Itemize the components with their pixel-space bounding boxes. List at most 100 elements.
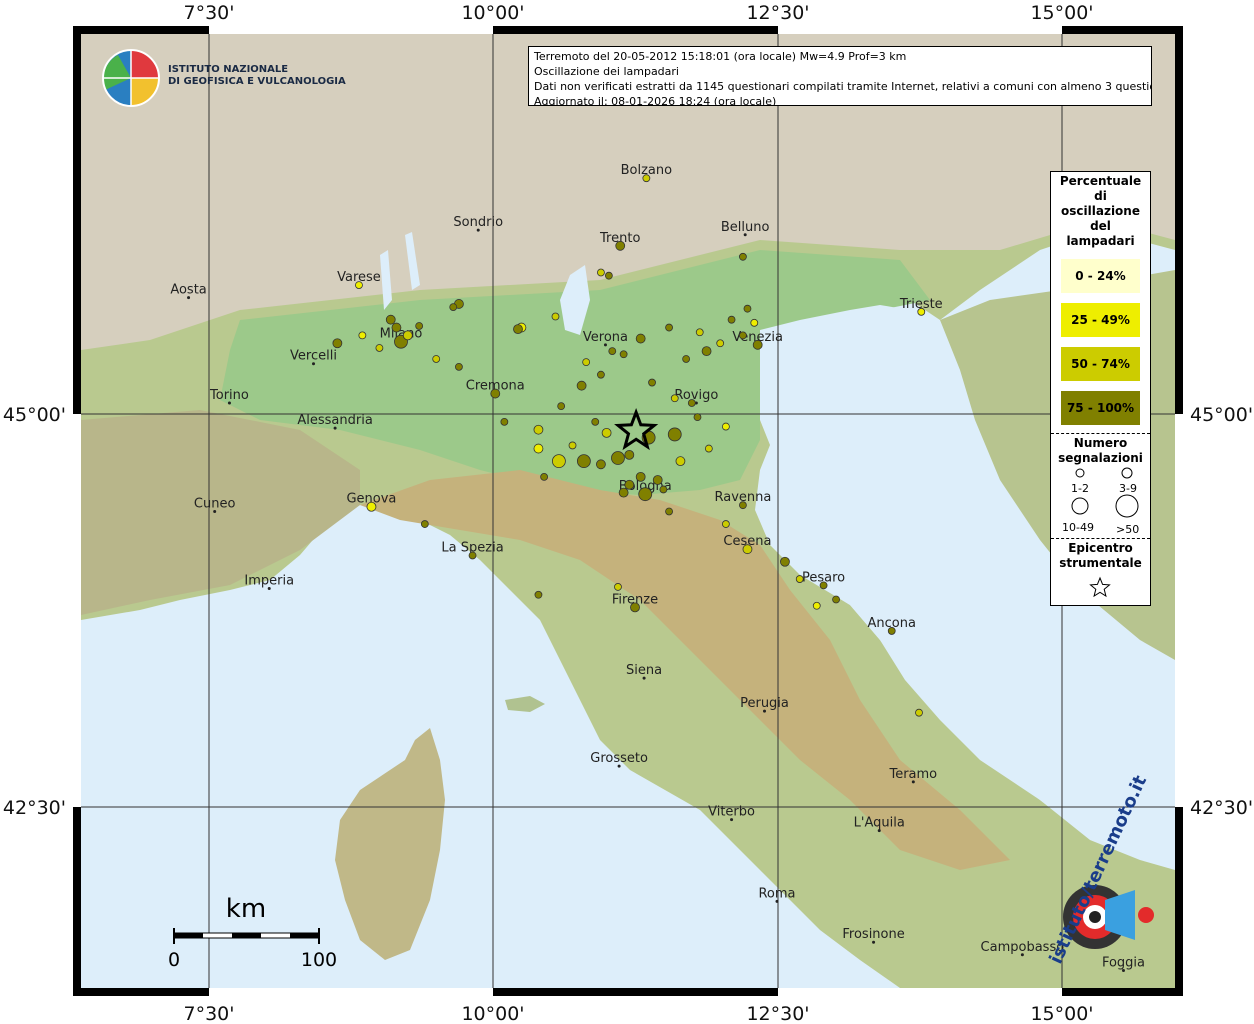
report-circle	[819, 581, 828, 590]
report-circle	[596, 459, 606, 470]
city-label: Viterbo	[708, 805, 755, 820]
size-circle-large	[1071, 497, 1089, 515]
report-circle	[812, 601, 821, 610]
report-circle	[402, 330, 413, 341]
report-circle	[750, 318, 759, 327]
report-circle	[693, 413, 702, 422]
report-circle	[780, 556, 790, 567]
city-label: Alessandria	[297, 413, 372, 428]
report-circle	[752, 339, 763, 350]
report-circle	[917, 307, 926, 316]
legend-title-line: oscillazione	[1061, 204, 1140, 218]
report-circle	[534, 590, 543, 599]
legend-count-title: Numero segnalazioni	[1051, 434, 1150, 466]
report-circle	[648, 378, 656, 387]
size-label-3: 10-49	[1062, 521, 1094, 534]
lat-tick-label: 45°00'	[3, 404, 66, 426]
legend-title-line: Epicentro	[1068, 541, 1133, 555]
city-label: Foggia	[1102, 955, 1145, 970]
city-label: Rovigo	[674, 388, 718, 403]
report-circle	[716, 339, 725, 348]
report-circle	[597, 370, 605, 379]
legend-size-block: 1-2 3-9 10-49 >50	[1051, 466, 1150, 538]
report-circle	[695, 328, 704, 337]
report-circle	[455, 362, 463, 371]
report-circle	[468, 551, 477, 560]
report-circle	[591, 417, 600, 426]
report-circle	[721, 422, 730, 431]
city-label: L'Aquila	[854, 816, 905, 831]
report-circle	[551, 454, 566, 469]
city-marker: Cuneo	[194, 496, 236, 513]
lon-tick-label: 7°30'	[184, 2, 235, 24]
report-circle	[675, 456, 686, 467]
city-label: Verona	[583, 330, 628, 345]
city-marker: Verona	[583, 330, 628, 347]
legend-title-line: segnalazioni	[1058, 451, 1143, 465]
report-circle	[608, 347, 617, 356]
report-circle	[533, 424, 544, 435]
report-circle	[597, 268, 605, 277]
legend-class-1: 25 - 49%	[1061, 303, 1140, 337]
city-label: Perugia	[740, 696, 789, 711]
scale-unit-label: km	[226, 894, 266, 924]
report-circle	[665, 323, 673, 332]
report-circle	[582, 358, 591, 367]
report-circle	[576, 380, 587, 391]
report-circle	[385, 314, 396, 325]
info-line-1: Terremoto del 20-05-2012 15:18:01 (ora l…	[534, 50, 907, 63]
legend-class-2: 50 - 74%	[1061, 347, 1140, 381]
city-label: Belluno	[721, 220, 770, 235]
report-circle	[635, 471, 646, 482]
info-line-2: Oscillazione dei lampadari	[534, 65, 679, 78]
info-line-4: Aggiornato il: 08-01-2026 18:24 (ora loc…	[534, 95, 777, 106]
report-circle	[618, 487, 629, 498]
report-circle	[721, 520, 730, 528]
report-circle	[533, 443, 544, 454]
earthquake-info-box: Terremoto del 20-05-2012 15:18:01 (ora l…	[528, 46, 1152, 106]
info-line-3: Dati non verificati estratti da 1145 que…	[534, 80, 1152, 93]
report-circle	[795, 575, 804, 583]
report-circle	[614, 583, 622, 591]
report-circle	[391, 322, 402, 333]
report-circle	[624, 479, 635, 490]
city-marker: Viterbo	[708, 805, 755, 822]
size-label-1: 1-2	[1071, 482, 1089, 495]
lon-tick-label: 12°30'	[746, 2, 809, 24]
city-marker: Perugia	[740, 696, 789, 713]
legend-title-line: lampadari	[1066, 234, 1135, 248]
report-circle	[513, 324, 523, 335]
scale-max-label: 100	[301, 949, 337, 971]
lon-tick-label: 10°00'	[461, 2, 524, 24]
report-circle	[375, 344, 384, 352]
report-circle	[540, 472, 549, 481]
report-circle	[366, 501, 377, 512]
report-circle	[490, 388, 501, 399]
city-label: Cuneo	[194, 496, 236, 511]
report-circle	[432, 355, 441, 363]
report-circle	[832, 595, 840, 604]
size-circle-xlarge	[1115, 494, 1139, 518]
city-marker: Imperia	[244, 573, 294, 590]
city-label: Frosinone	[842, 927, 904, 942]
city-marker: Vercelli	[290, 349, 337, 366]
city-label: Torino	[209, 388, 249, 403]
city-marker: Roma	[758, 886, 796, 903]
report-circle	[701, 346, 712, 357]
size-label-4: >50	[1116, 523, 1140, 536]
legend-class-3: 75 - 100%	[1061, 391, 1140, 425]
report-circle	[624, 449, 635, 460]
report-circle	[500, 417, 509, 426]
lat-tick-label: 42°30'	[3, 797, 66, 819]
legend-title-line: di	[1094, 189, 1107, 203]
report-circle	[739, 501, 747, 510]
city-label: Aosta	[170, 283, 206, 298]
report-circle	[887, 627, 896, 635]
report-circle	[739, 331, 747, 340]
report-circle	[557, 402, 566, 411]
ingv-logo-icon	[102, 49, 160, 107]
report-circle	[576, 454, 591, 469]
report-circle	[611, 451, 625, 465]
lon-tick-label: 15°00'	[1030, 1003, 1093, 1024]
ingv-logo-text: ISTITUTO NAZIONALE DI GEOFISICA E VULCAN…	[168, 64, 346, 88]
